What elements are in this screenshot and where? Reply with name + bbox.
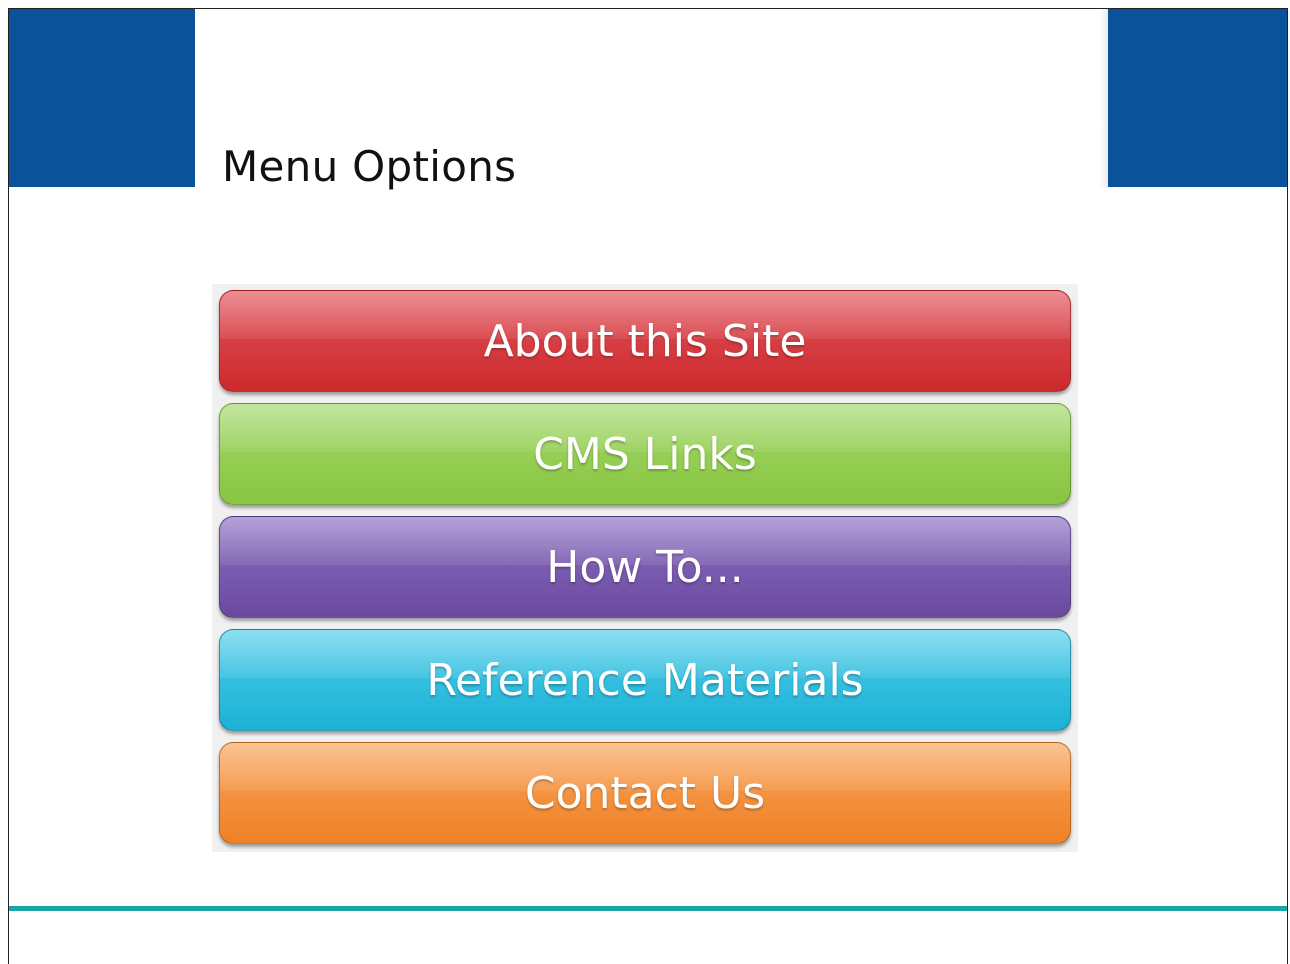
page-title: Menu Options xyxy=(222,142,517,191)
how-to-button[interactable]: How To... xyxy=(219,516,1071,618)
how-to-label: How To... xyxy=(546,541,744,593)
contact-us-label: Contact Us xyxy=(524,767,766,819)
footer-divider xyxy=(9,906,1287,911)
about-this-site-label: About this Site xyxy=(483,315,807,367)
header-right-block xyxy=(1108,9,1287,187)
header-shade xyxy=(1100,9,1108,187)
cms-links-label: CMS Links xyxy=(533,428,757,480)
reference-materials-button[interactable]: Reference Materials xyxy=(219,629,1071,731)
header-left-block xyxy=(9,9,195,187)
reference-materials-label: Reference Materials xyxy=(426,654,864,706)
cms-links-button[interactable]: CMS Links xyxy=(219,403,1071,505)
about-this-site-button[interactable]: About this Site xyxy=(219,290,1071,392)
contact-us-button[interactable]: Contact Us xyxy=(219,742,1071,844)
